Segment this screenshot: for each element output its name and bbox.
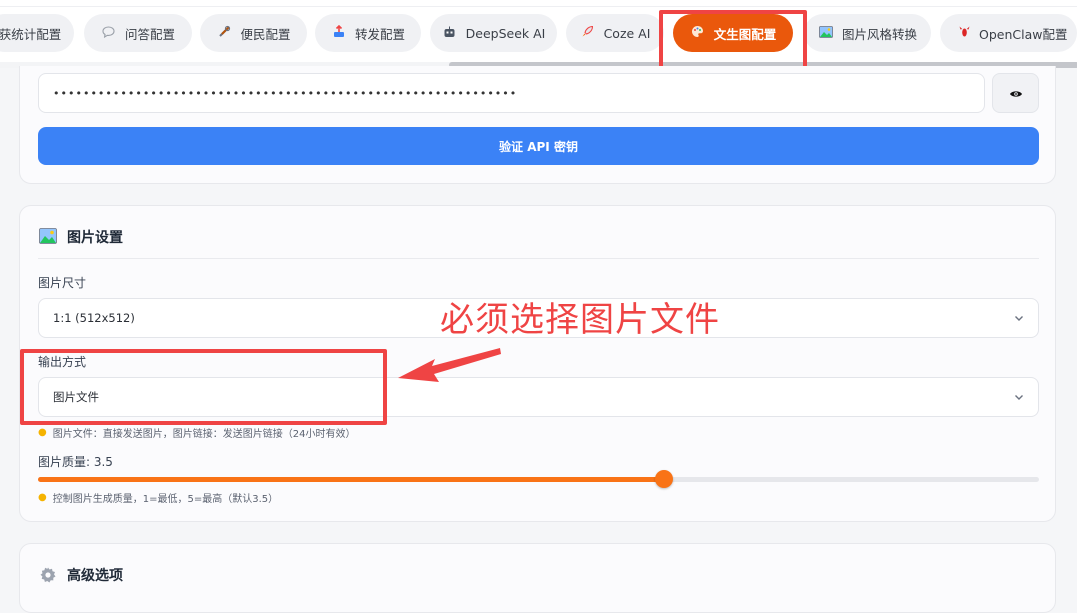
robot-icon <box>442 26 458 41</box>
output-mode-hint: ● 图片文件：直接发送图片，图片链接：发送图片链接（24小时有效） <box>38 425 355 440</box>
tab-label: 问答配置 <box>124 26 175 42</box>
tab-label: 图片风格转换 <box>841 26 917 42</box>
tab-text-to-image-config[interactable]: 文生图配置 <box>673 14 793 52</box>
tools-icon <box>216 25 232 41</box>
chevron-down-icon <box>1012 390 1026 404</box>
tab-label: 便民配置 <box>240 26 291 42</box>
tab-label: OpenClaw配置 <box>979 26 1068 42</box>
picture-icon <box>818 25 834 41</box>
tab-label: Coze AI <box>603 25 651 41</box>
tab-label: DeepSeek AI <box>465 25 546 41</box>
lobster-icon <box>958 25 971 41</box>
image-size-label: 图片尺寸 <box>38 276 87 290</box>
section-divider <box>38 258 1039 259</box>
api-key-input[interactable]: ••••••••••••••••••••••••••••••••••••••••… <box>38 73 985 113</box>
advanced-options-card <box>19 543 1056 613</box>
lightbulb-icon: ● <box>38 427 47 438</box>
image-quality-slider[interactable] <box>38 470 1039 488</box>
tab-forward-config[interactable]: 转发配置 <box>315 14 421 52</box>
tab-convenience-config[interactable]: 便民配置 <box>200 14 307 52</box>
image-quality-hint-text: 控制图片生成质量，1=最低，5=最高（默认3.5） <box>52 494 279 505</box>
advanced-options-title: 高级选项 <box>67 568 123 584</box>
slider-fill <box>38 477 664 482</box>
advanced-options-header[interactable]: 高级选项 <box>39 565 123 585</box>
rocket-icon <box>580 25 596 41</box>
eye-icon <box>1009 84 1023 103</box>
tab-statistics-config[interactable]: 获统计配置 <box>0 14 74 52</box>
tab-coze-ai[interactable]: Coze AI <box>566 14 664 52</box>
output-mode-hint-text: 图片文件：直接发送图片，图片链接：发送图片链接（24小时有效） <box>52 429 356 440</box>
annotation-text: 必须选择图片文件 <box>440 300 720 340</box>
api-key-value: ••••••••••••••••••••••••••••••••••••••••… <box>53 86 518 100</box>
picture-icon <box>39 228 57 246</box>
toggle-visibility-button[interactable] <box>992 73 1039 113</box>
tab-label: 转发配置 <box>354 26 405 42</box>
verify-api-key-label: 验证 API 密钥 <box>499 139 578 154</box>
tab-bar-top-divider <box>0 6 1077 7</box>
slider-thumb[interactable] <box>654 470 673 488</box>
speech-bubble-icon <box>101 25 117 41</box>
gear-icon <box>39 566 57 584</box>
annotation-highlight-output-mode <box>20 349 387 425</box>
verify-api-key-button[interactable]: 验证 API 密钥 <box>38 127 1039 165</box>
tab-image-style-transfer[interactable]: 图片风格转换 <box>804 14 931 52</box>
image-size-value: 1:1 (512x512) <box>53 311 135 325</box>
annotation-arrow <box>398 348 501 382</box>
tab-openclaw-config[interactable]: OpenClaw配置 <box>940 14 1077 52</box>
forward-icon <box>331 24 347 41</box>
chevron-down-icon <box>1012 311 1026 325</box>
image-quality-hint: ● 控制图片生成质量，1=最低，5=最高（默认3.5） <box>38 490 278 505</box>
tab-label: 获统计配置 <box>0 26 62 42</box>
image-settings-title: 图片设置 <box>67 230 123 246</box>
lightbulb-icon: ● <box>38 492 47 503</box>
config-tab-bar: 获统计配置 问答配置 便民配置 转发配置 DeepSeek AI Coze AI <box>0 0 1077 68</box>
image-quality-label: 图片质量: 3.5 <box>38 455 113 469</box>
tab-qa-config[interactable]: 问答配置 <box>84 14 192 52</box>
tab-deepseek-ai[interactable]: DeepSeek AI <box>430 14 557 52</box>
tab-label: 文生图配置 <box>713 26 777 42</box>
palette-icon <box>690 25 706 41</box>
image-settings-header: 图片设置 <box>39 227 123 247</box>
